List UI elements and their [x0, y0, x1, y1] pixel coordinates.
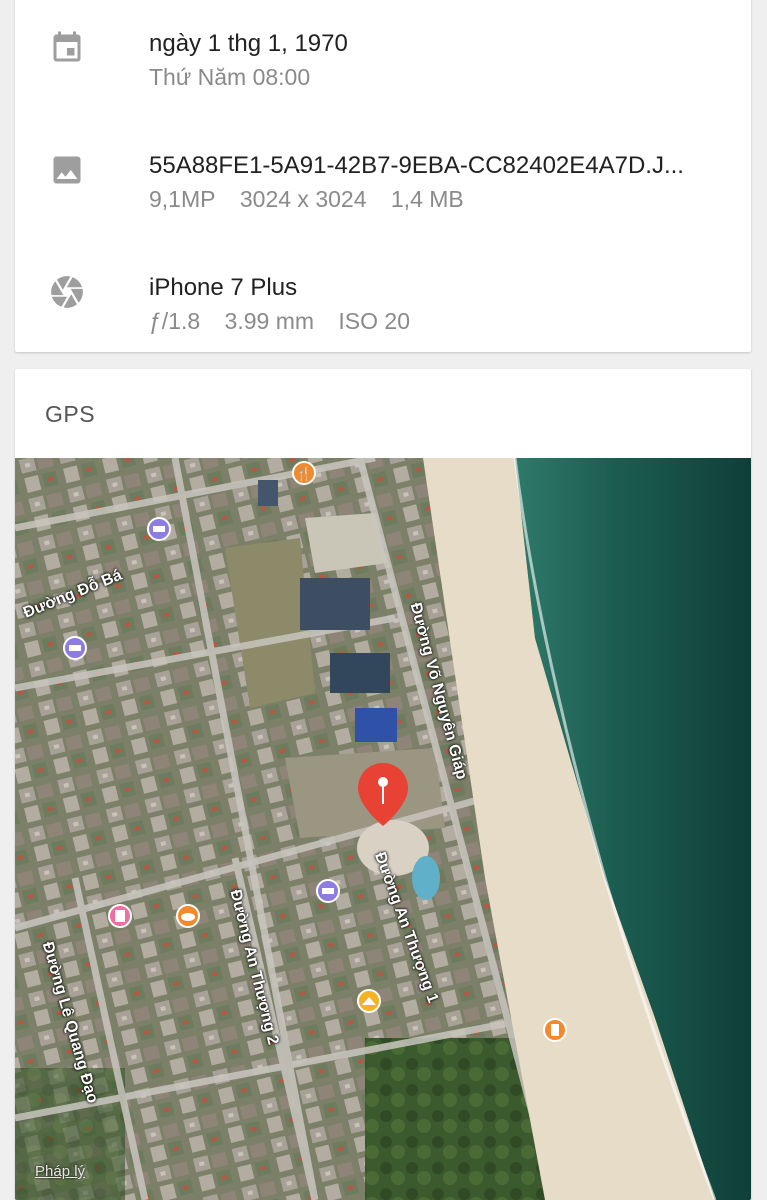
file-meta: 9,1MP 3024 x 3024 1,4 MB: [149, 186, 482, 213]
camera-settings: ƒ/1.8 3.99 mm ISO 20: [149, 308, 428, 335]
hotel-icon: [316, 879, 340, 903]
focal-length-text: 3.99 mm: [224, 308, 315, 334]
file-size-text: 1,4 MB: [390, 186, 464, 212]
camera-model: iPhone 7 Plus: [149, 274, 298, 301]
camera-aperture-icon: [45, 270, 89, 314]
clothing-store-icon: [357, 989, 381, 1013]
date-text: ngày 1 thg 1, 1970: [149, 30, 348, 57]
file-row[interactable]: 55A88FE1-5A91-42B7-9EBA-CC82402E4A7D.J..…: [15, 134, 751, 214]
restaurant-icon: 🍴: [292, 461, 316, 485]
photo-details-card: ngày 1 thg 1, 1970 Thứ Năm 08:00 55A88FE…: [15, 0, 751, 352]
bakery-icon: [176, 904, 200, 928]
gps-title: GPS: [45, 401, 96, 427]
day-time-text: Thứ Năm 08:00: [149, 64, 311, 90]
gps-card: GPS 🍴 Đường Đỗ Bá Đường Võ Nguyên Giáp Đ…: [15, 369, 751, 1200]
file-name: 55A88FE1-5A91-42B7-9EBA-CC82402E4A7D.J..…: [149, 152, 684, 179]
image-icon: [45, 148, 89, 192]
hotel-icon: [147, 517, 171, 541]
women-clothing-icon: [108, 904, 132, 928]
aperture-text: ƒ/1.8: [149, 308, 201, 334]
satellite-map[interactable]: 🍴 Đường Đỗ Bá Đường Võ Nguyên Giáp Đường…: [15, 458, 751, 1200]
calendar-icon: [45, 26, 89, 70]
map-imagery: 🍴: [15, 458, 751, 1200]
resolution-text: 3024 x 3024: [239, 186, 367, 212]
megapixels-text: 9,1MP: [149, 186, 216, 212]
camera-row[interactable]: iPhone 7 Plus ƒ/1.8 3.99 mm ISO 20: [15, 256, 751, 336]
svg-text:🍴: 🍴: [296, 466, 312, 482]
iso-text: ISO 20: [338, 308, 411, 334]
date-row[interactable]: ngày 1 thg 1, 1970 Thứ Năm 08:00: [15, 12, 751, 92]
restaurant-icon: [543, 1018, 567, 1042]
legal-link[interactable]: Pháp lý: [35, 1163, 85, 1180]
hotel-icon: [63, 636, 87, 660]
